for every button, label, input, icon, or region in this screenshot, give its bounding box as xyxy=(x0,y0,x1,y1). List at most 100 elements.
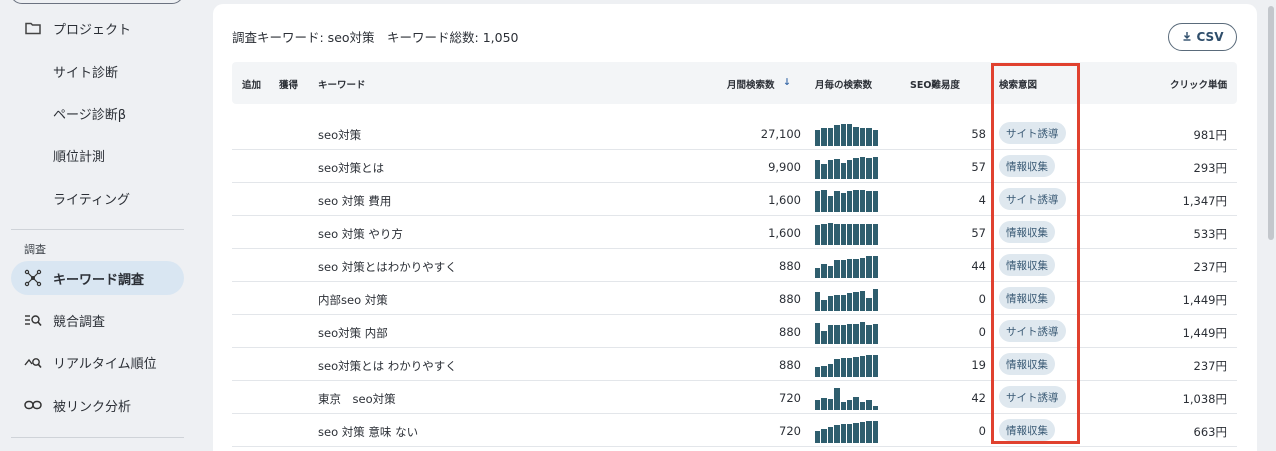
top-button-partial[interactable] xyxy=(10,0,184,4)
trend-bar xyxy=(853,224,859,245)
trend-bar xyxy=(821,300,827,311)
keyword-cell[interactable]: seo 対策 やり方 xyxy=(318,226,403,242)
trend-bar xyxy=(827,426,834,443)
trend-bar xyxy=(827,325,834,344)
table-row[interactable]: 内部seo 対策 880 0 情報収集 1,449円 xyxy=(232,282,1237,315)
trend-bar xyxy=(821,163,827,179)
sidebar-item-keyword-research[interactable]: キーワード調査 xyxy=(11,261,184,295)
sort-down-icon[interactable]: ↓ xyxy=(783,77,791,88)
seo-difficulty-cell: 57 xyxy=(971,226,986,240)
seo-difficulty-cell: 4 xyxy=(978,193,986,207)
trend-bar xyxy=(815,367,821,377)
folder-icon xyxy=(24,19,42,37)
table-row[interactable]: seo対策とは わかりやすく 880 19 情報収集 237円 xyxy=(232,348,1237,381)
trend-bar xyxy=(866,325,872,344)
sidebar-item-label: 順位計測 xyxy=(53,149,106,165)
keyword-cell[interactable]: seo 対策とはわかりやすく xyxy=(318,259,457,275)
trend-bar xyxy=(834,359,840,377)
keyword-cell[interactable]: seo対策 内部 xyxy=(318,325,388,341)
sidebar-item-site-audit[interactable]: サイト診断 xyxy=(0,54,200,88)
scrollbar-thumb[interactable] xyxy=(1268,6,1274,240)
trend-bar xyxy=(840,162,846,179)
table-row[interactable]: seo 対策 意味 ない 720 0 情報収集 663円 xyxy=(232,414,1237,447)
trend-bar xyxy=(853,324,859,344)
trend-bar xyxy=(815,129,821,146)
trend-bar xyxy=(815,323,821,344)
trend-bar xyxy=(872,289,878,311)
sidebar-item-writing[interactable]: ライティング xyxy=(0,181,200,215)
table-row[interactable]: 東京 seo対策 720 42 サイト誘導 1,038円 xyxy=(232,381,1237,414)
trend-bar xyxy=(840,325,846,344)
keyword-cell[interactable]: seo対策 xyxy=(318,127,361,143)
trend-bar xyxy=(834,260,840,278)
sidebar-item-rank-tracking[interactable]: 順位計測 xyxy=(0,138,200,172)
header-cpc[interactable]: クリック単価 xyxy=(1170,77,1227,91)
trend-bar xyxy=(846,160,853,179)
trend-bar xyxy=(866,128,872,146)
table-row[interactable]: seo 対策とはわかりやすく 880 44 情報収集 237円 xyxy=(232,249,1237,282)
trend-bar xyxy=(872,355,878,377)
sidebar-item-project[interactable]: プロジェクト xyxy=(0,11,200,45)
trend-bar xyxy=(827,160,834,179)
trend-sparkline xyxy=(815,421,891,443)
trend-bar xyxy=(840,402,846,410)
trend-sparkline xyxy=(815,124,891,146)
table-row[interactable]: seo対策 内部 880 0 サイト誘導 1,449円 xyxy=(232,315,1237,348)
trend-bar xyxy=(821,397,827,410)
keyword-cell[interactable]: seo対策とは xyxy=(318,160,384,176)
trend-bar xyxy=(853,259,859,278)
table-row[interactable]: seo対策 27,100 58 サイト誘導 981円 xyxy=(232,117,1237,150)
csv-download-button[interactable]: CSV xyxy=(1168,23,1237,51)
monthly-volume-cell: 880 xyxy=(779,358,801,372)
keyword-cell[interactable]: seo対策とは わかりやすく xyxy=(318,358,457,374)
table-header: 追加 獲得 キーワード 月間検索数 ↓ 月毎の検索数 SEO難易度 検索意図 ク… xyxy=(232,62,1237,104)
research-summary: 調査キーワード: seo対策 キーワード総数: 1,050 xyxy=(232,30,519,45)
table-row[interactable]: seo対策とは 9,900 57 情報収集 293円 xyxy=(232,150,1237,183)
trend-bar xyxy=(859,128,866,146)
sidebar-item-realtime-rank[interactable]: リアルタイム順位 xyxy=(0,345,200,379)
seo-difficulty-cell: 0 xyxy=(978,292,986,306)
trend-bar xyxy=(846,324,853,344)
keyword-cell[interactable]: 内部seo 対策 xyxy=(318,292,388,308)
trend-sparkline xyxy=(815,256,891,278)
sidebar-item-competitor-research[interactable]: 競合調査 xyxy=(0,303,200,337)
trend-bar xyxy=(846,259,853,278)
sidebar-item-label: 被リンク分析 xyxy=(53,399,132,415)
sidebar-item-label: ライティング xyxy=(53,192,130,208)
trend-bar xyxy=(840,358,846,377)
trend-bar xyxy=(872,191,878,212)
trend-bar xyxy=(821,224,827,245)
sidebar-item-backlink-analysis[interactable]: 被リンク分析 xyxy=(0,388,200,422)
trend-bar xyxy=(815,400,821,410)
trend-bar xyxy=(866,297,872,311)
monthly-volume-cell: 9,900 xyxy=(768,160,801,174)
trend-bar xyxy=(872,157,878,179)
trend-sparkline xyxy=(815,157,891,179)
keyword-cell[interactable]: 東京 seo対策 xyxy=(318,391,396,407)
keyword-cell[interactable]: seo 対策 費用 xyxy=(318,193,391,209)
trend-bar xyxy=(821,128,827,146)
trend-bar xyxy=(853,423,859,443)
trend-sparkline xyxy=(815,355,891,377)
trend-sparkline xyxy=(815,190,891,212)
realtime-rank-icon xyxy=(24,353,42,371)
trend-bar xyxy=(834,191,840,212)
sidebar-item-label: キーワード調査 xyxy=(53,272,145,288)
sidebar-item-page-audit[interactable]: ページ診断β xyxy=(0,96,200,130)
header-keyword[interactable]: キーワード xyxy=(318,77,366,91)
header-add: 追加 xyxy=(242,80,262,91)
trend-bar xyxy=(840,224,846,245)
table-row[interactable]: seo 対策 やり方 1,600 57 情報収集 533円 xyxy=(232,216,1237,249)
header-seo-difficulty[interactable]: SEO難易度 xyxy=(910,77,960,91)
table-row[interactable]: seo 対策 費用 1,600 4 サイト誘導 1,347円 xyxy=(232,183,1237,216)
trend-bar xyxy=(859,322,866,344)
trend-bar xyxy=(859,422,866,443)
trend-bar xyxy=(859,291,866,311)
cpc-cell: 1,347円 xyxy=(1182,194,1227,208)
keyword-cell[interactable]: seo 対策 意味 ない xyxy=(318,424,418,440)
header-monthly-volume[interactable]: 月間検索数 xyxy=(727,77,775,91)
trend-bar xyxy=(821,330,827,344)
competitor-search-icon xyxy=(24,311,42,329)
seo-difficulty-cell: 19 xyxy=(971,358,986,372)
trend-bar xyxy=(846,191,853,212)
